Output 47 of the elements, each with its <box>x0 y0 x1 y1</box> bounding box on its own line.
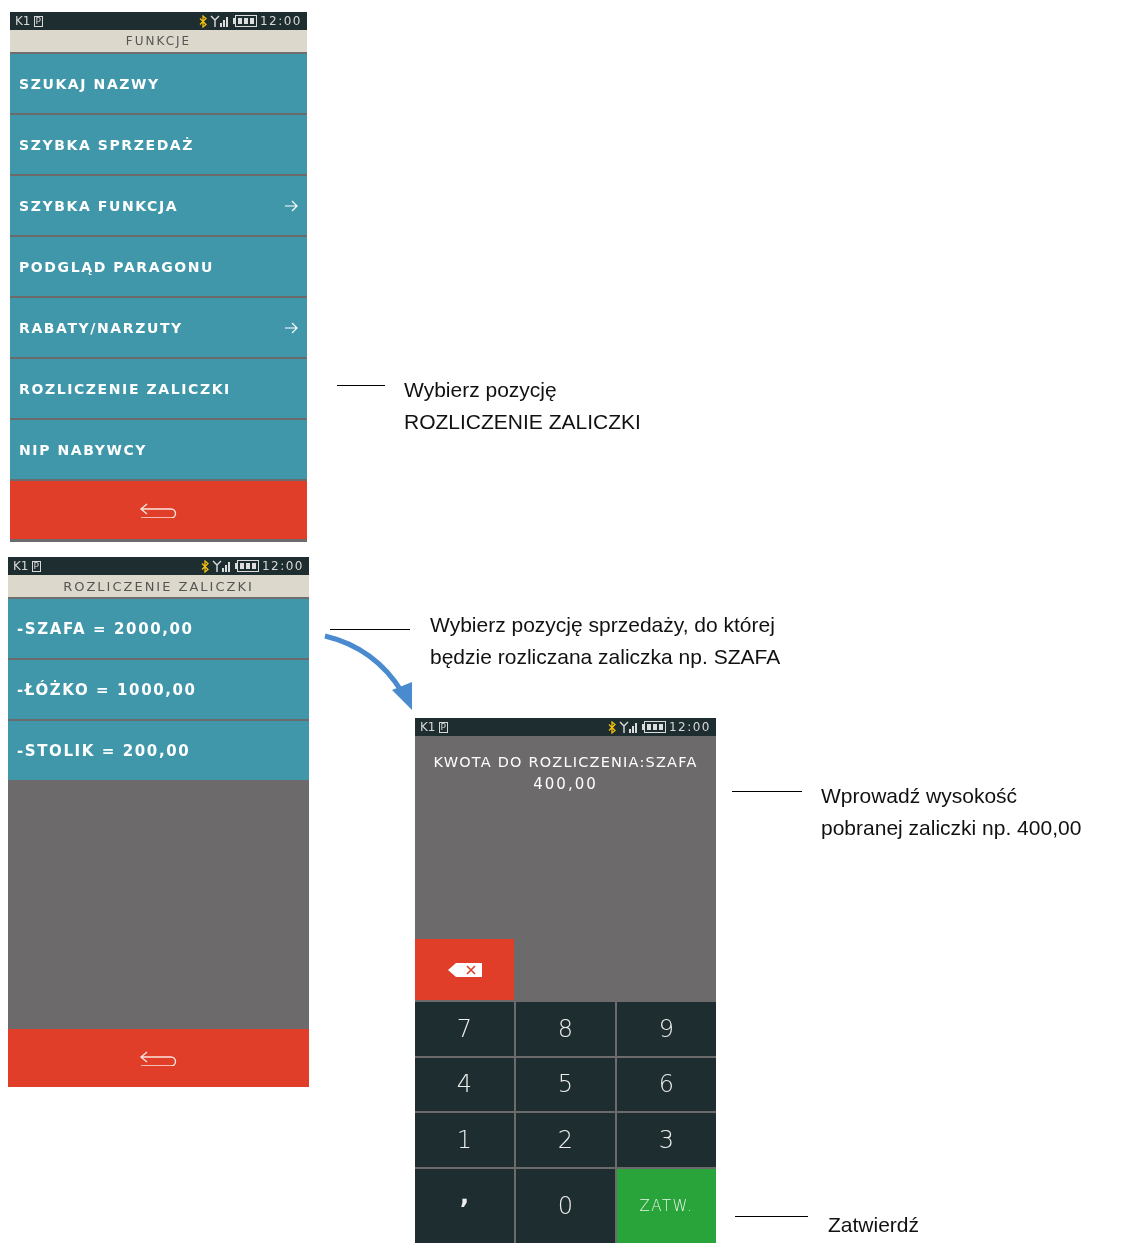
clock: 12:00 <box>259 14 302 28</box>
keypad-key[interactable]: , <box>415 1168 514 1243</box>
bluetooth-icon <box>198 14 207 28</box>
instruction-text: Wprowadź wysokość pobranej zaliczki np. 400,00 <box>821 783 1082 841</box>
clock: 12:00 <box>668 720 711 734</box>
terminal-label: K1 <box>420 720 436 734</box>
backspace-button[interactable] <box>415 939 514 1000</box>
signal-icon <box>209 15 230 27</box>
keypad-key[interactable]: 6 <box>617 1057 716 1111</box>
mode-indicator: P <box>33 15 43 27</box>
return-arrow-icon <box>138 502 179 518</box>
keypad-key[interactable]: 5 <box>516 1057 615 1111</box>
keypad-key[interactable]: 8 <box>516 1002 615 1056</box>
battery-icon <box>234 560 259 572</box>
backspace-icon <box>447 962 482 977</box>
keypad-key[interactable]: 4 <box>415 1057 514 1111</box>
right-arrow-icon <box>284 321 298 334</box>
amount-prompt: KWOTA DO ROZLICZENIA:SZAFA <box>432 754 699 770</box>
amount-value: 400,00 <box>532 775 599 793</box>
signal-icon <box>211 560 232 572</box>
screen-title: FUNKCJE <box>10 30 307 54</box>
instruction-text: Wybierz pozycję ROZLICZENIE ZALICZKI <box>404 377 641 435</box>
keypad-key[interactable]: 2 <box>516 1113 615 1167</box>
instruction-text: Wybierz pozycję sprzedaży, do której będzie rozliczana zaliczka np. SZAFA <box>430 612 781 670</box>
terminal-label: K1 <box>13 559 29 573</box>
keypad-key[interactable]: 7 <box>415 1002 514 1056</box>
screen-title: ROZLICZENIE ZALICZKI <box>8 575 309 599</box>
keypad-key[interactable]: 0 <box>516 1168 615 1243</box>
back-button[interactable] <box>10 481 307 539</box>
mode-indicator: P <box>31 560 41 572</box>
leader-line <box>337 385 385 386</box>
keypad-key[interactable]: 3 <box>617 1113 716 1167</box>
keypad-key[interactable]: 1 <box>415 1113 514 1167</box>
battery-icon <box>232 15 257 27</box>
instruction-text: Zatwierdź <box>828 1212 920 1238</box>
leader-line <box>732 791 802 792</box>
return-arrow-icon <box>138 1050 179 1066</box>
keypad-key[interactable]: 9 <box>617 1002 716 1056</box>
bluetooth-icon <box>200 559 209 573</box>
battery-icon <box>641 721 666 733</box>
clock: 12:00 <box>261 559 304 573</box>
back-button[interactable] <box>8 1029 309 1087</box>
terminal-label: K1 <box>15 14 31 28</box>
signal-icon <box>618 721 639 733</box>
bluetooth-icon <box>607 720 616 734</box>
right-arrow-icon <box>284 199 298 212</box>
mode-indicator: P <box>438 721 448 733</box>
